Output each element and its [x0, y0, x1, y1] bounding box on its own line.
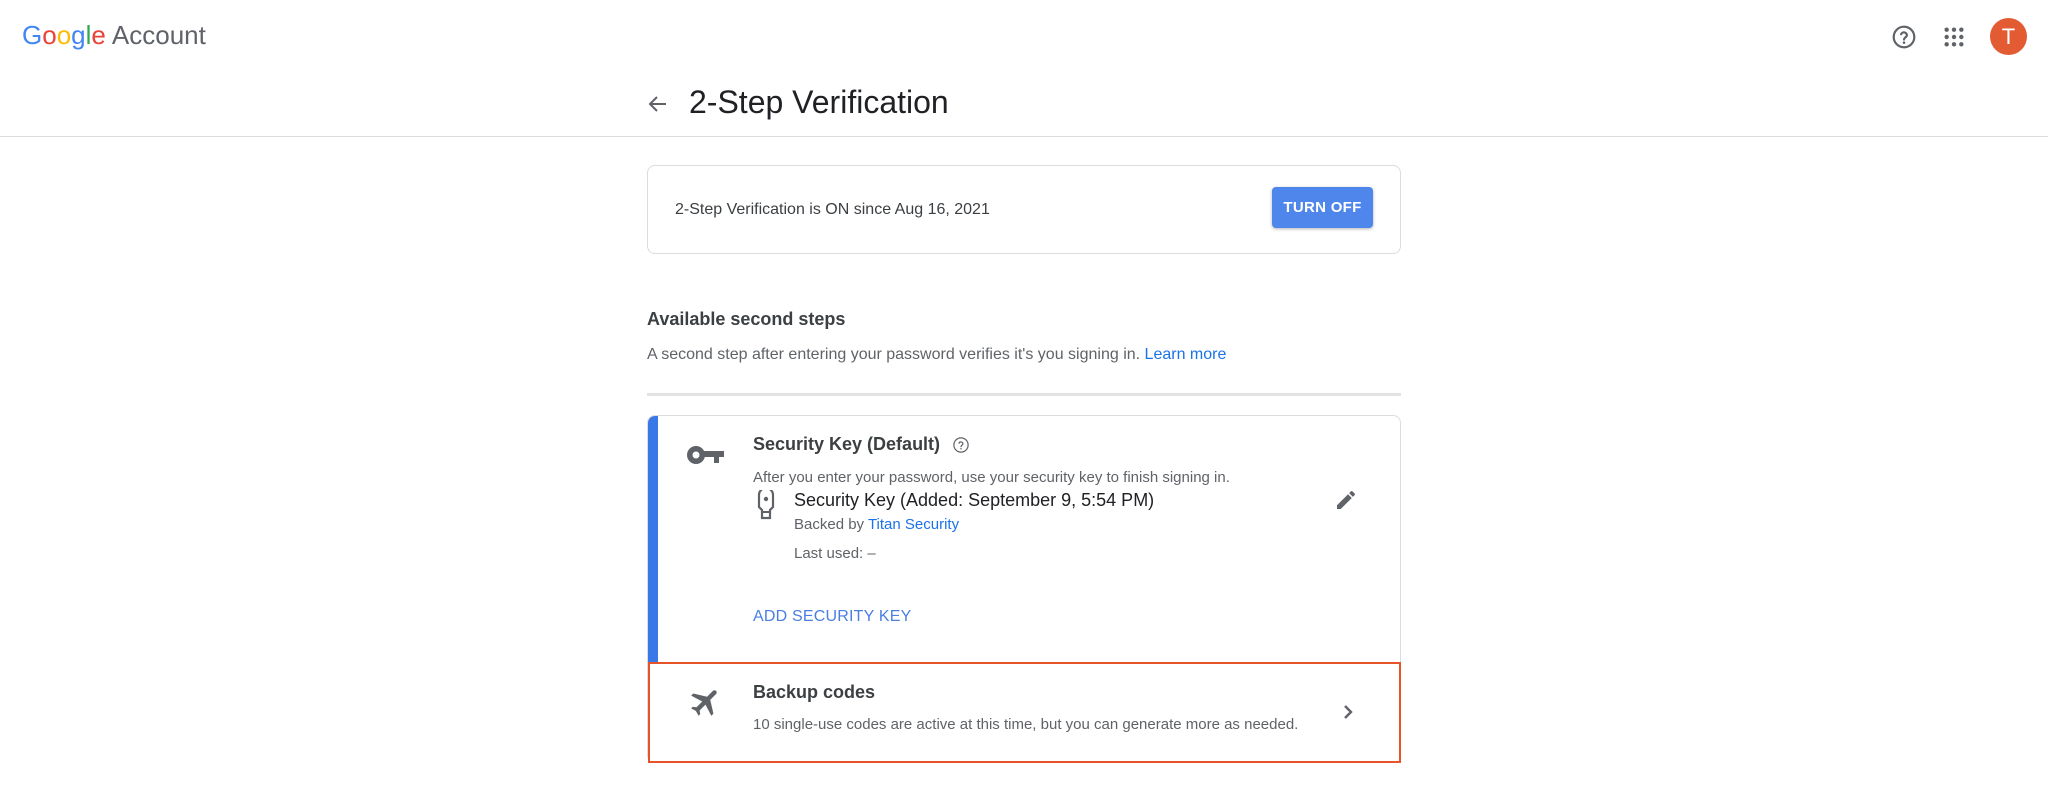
security-key-backed-by: Backed by Titan Security: [794, 516, 959, 533]
logo-letter: G: [22, 20, 43, 50]
titan-security-link[interactable]: Titan Security: [868, 516, 959, 533]
apps-button[interactable]: [1934, 17, 1974, 57]
status-text: 2-Step Verification is ON since Aug 16, …: [675, 201, 990, 218]
arrow-back-icon: [648, 96, 666, 112]
avatar[interactable]: T: [1990, 18, 2027, 55]
backup-codes-title: Backup codes: [753, 682, 876, 702]
security-key-title: Security Key (Default): [753, 434, 941, 454]
backup-codes-row[interactable]: Backup codes 10 single-use codes are act…: [648, 662, 1401, 763]
add-security-key-button[interactable]: ADD SECURITY KEY: [753, 608, 912, 626]
help-circle-icon: [1892, 25, 1916, 49]
edit-security-key-button[interactable]: [1328, 482, 1364, 518]
back-button[interactable]: [640, 86, 676, 122]
backed-by-label: Backed by: [794, 516, 865, 533]
top-bar: Google Account T: [0, 0, 2048, 72]
security-key-description: After you enter your password, use your …: [753, 469, 1230, 486]
learn-more-link[interactable]: Learn more: [1145, 346, 1227, 363]
section-description: A second step after entering your passwo…: [647, 346, 1226, 364]
security-key-last-used: Last used: –: [794, 545, 876, 562]
backup-codes-description: 10 single-use codes are active at this t…: [753, 716, 1299, 733]
key-icon: [687, 446, 724, 464]
apps-grid-icon: [1944, 27, 1964, 47]
security-key-title-row: Security Key (Default): [753, 434, 970, 455]
account-label: Account: [111, 20, 206, 50]
google-account-logo[interactable]: Google Account: [22, 20, 206, 51]
page-header: 2-Step Verification: [0, 72, 2048, 137]
help-button[interactable]: [1884, 17, 1924, 57]
logo-letter: e: [91, 20, 106, 50]
section-description-text: A second step after entering your passwo…: [647, 346, 1141, 363]
logo-letter: g: [71, 20, 86, 50]
usb-security-key-icon: [757, 490, 775, 520]
pencil-icon: [1337, 490, 1356, 509]
airplane-icon: [691, 690, 717, 716]
status-card: 2-Step Verification is ON since Aug 16, …: [647, 165, 1401, 254]
security-key-section: Security Key (Default) After you enter y…: [648, 416, 1400, 664]
help-circle-icon[interactable]: [952, 436, 970, 454]
security-key-device-name: Security Key (Added: September 9, 5:54 P…: [794, 490, 1155, 510]
chevron-right-icon: [1344, 705, 1353, 719]
default-method-accent-bar: [648, 416, 658, 664]
google-logo: Google: [22, 20, 106, 51]
logo-letter: o: [56, 20, 72, 50]
section-title: Available second steps: [647, 309, 846, 329]
section-divider: [647, 393, 1401, 396]
turn-off-button[interactable]: TURN OFF: [1272, 187, 1373, 228]
page-title: 2-Step Verification: [689, 84, 949, 120]
logo-letter: o: [42, 20, 57, 50]
